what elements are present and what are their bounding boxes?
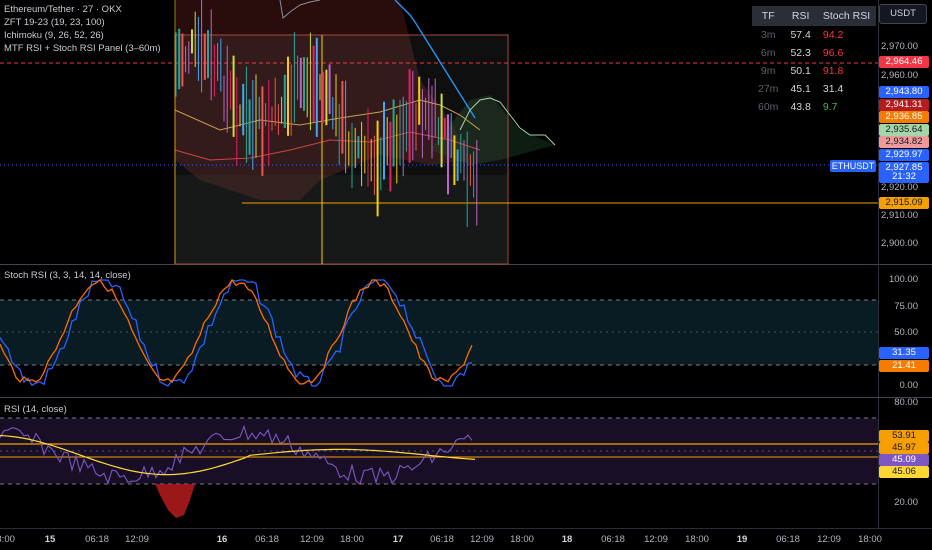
time-tick: 12:09 <box>817 534 841 545</box>
indicator-mtf[interactable]: MTF RSI + Stoch RSI Panel (3–60m) <box>4 42 161 55</box>
symbol-title[interactable]: Ethereum/Tether · 27 · OKX <box>4 3 161 16</box>
rsi-level-badge: 45.97 <box>879 442 929 454</box>
time-tick: 18:00 <box>858 534 882 545</box>
stoch-cell: 94.2 <box>822 29 844 41</box>
time-tick: 19 <box>736 534 748 545</box>
table-row: 27m 45.1 31.4 <box>752 80 876 98</box>
time-tick: 12:09 <box>470 534 494 545</box>
rsi-cell: 43.8 <box>790 101 811 113</box>
time-tick: 06:18 <box>601 534 625 545</box>
time-tick: 18:00 <box>510 534 534 545</box>
rsi-oversold-fill <box>155 484 195 518</box>
time-tick: 18:00 <box>340 534 364 545</box>
tf-cell: 6m <box>760 47 776 59</box>
price-badge: 2,936.85 <box>879 111 929 123</box>
rsi-cell: 50.1 <box>790 65 811 77</box>
stoch-cell: 31.4 <box>822 83 844 95</box>
time-tick: 17 <box>392 534 404 545</box>
rsi-cell: 52.3 <box>790 47 811 59</box>
price-badge: 2,934.82 <box>879 136 929 148</box>
table-header-tf: TF <box>752 6 785 26</box>
price-badge: 21:32 <box>879 171 929 183</box>
stoch-k-badge: 31.35 <box>879 347 929 359</box>
stoch-cell: 91.8 <box>822 65 844 77</box>
price-badge: 2,929.97 <box>879 149 929 161</box>
tf-cell: 3m <box>760 29 776 41</box>
price-tick: 2,970.00 <box>881 41 918 52</box>
tf-cell: 9m <box>760 65 776 77</box>
rsi-cell: 57.4 <box>790 29 811 41</box>
price-badge: 2,943.80 <box>879 86 929 98</box>
stoch-tick: 75.00 <box>894 301 918 312</box>
mtf-rsi-table: TF RSI Stoch RSI 3m 57.4 94.2 6m 52.3 96.… <box>752 6 877 116</box>
time-tick: 06:18 <box>430 534 454 545</box>
stoch-tick: 100.00 <box>888 274 918 285</box>
time-tick: 18:00 <box>0 534 15 545</box>
price-badge: 2,941.31 <box>879 99 929 111</box>
time-tick: 06:18 <box>776 534 800 545</box>
symbol-tag: ETHUSDT <box>830 160 876 172</box>
price-badge: 2,935.64 <box>879 124 929 136</box>
indicator-ichimoku[interactable]: Ichimoku (9, 26, 52, 26) <box>4 29 161 42</box>
currency-button[interactable]: USDT <box>879 4 927 24</box>
price-tick: 2,900.00 <box>881 238 918 249</box>
rsi-cell: 45.1 <box>790 83 811 95</box>
time-tick: 18:00 <box>685 534 709 545</box>
rsi-value-badge: 45.09 <box>879 454 929 466</box>
time-tick: 15 <box>44 534 56 545</box>
rsi-tick: 20.00 <box>894 497 918 508</box>
price-badge: 2,915.09 <box>879 197 929 209</box>
price-badge: 2,964.46 <box>879 56 929 68</box>
rsi-tick: 80.00 <box>894 397 918 408</box>
chart-legend: Ethereum/Tether · 27 · OKX ZFT 19-23 (19… <box>4 3 161 55</box>
rsi-pane-title[interactable]: RSI (14, close) <box>4 404 67 415</box>
time-tick: 16 <box>216 534 228 545</box>
time-tick: 06:18 <box>85 534 109 545</box>
table-row: 60m 43.8 9.7 <box>752 98 876 116</box>
time-tick: 12:09 <box>300 534 324 545</box>
range-box-lower <box>175 175 508 264</box>
rsi-level-badge: 53.91 <box>879 430 929 442</box>
time-tick: 12:09 <box>644 534 668 545</box>
stoch-pane-title[interactable]: Stoch RSI (3, 3, 14, 14, close) <box>4 270 131 281</box>
stoch-tick: 0.00 <box>899 380 919 391</box>
rsi-ma-badge: 45.06 <box>879 466 929 478</box>
table-header-stoch: Stoch RSI <box>816 6 877 26</box>
indicator-zft[interactable]: ZFT 19-23 (19, 23, 100) <box>4 16 161 29</box>
table-header-rsi: RSI <box>784 6 817 26</box>
stoch-tick: 50.00 <box>894 327 918 338</box>
stoch-d-badge: 21.41 <box>879 360 929 372</box>
table-row: 9m 50.1 91.8 <box>752 62 876 80</box>
table-row: 6m 52.3 96.6 <box>752 44 876 62</box>
tf-cell: 60m <box>758 101 779 113</box>
time-tick: 12:09 <box>125 534 149 545</box>
price-tick: 2,960.00 <box>881 70 918 81</box>
stoch-cell: 9.7 <box>822 101 838 113</box>
price-tick: 2,910.00 <box>881 210 918 221</box>
time-tick: 06:18 <box>255 534 279 545</box>
time-tick: 18 <box>561 534 573 545</box>
stoch-cell: 96.6 <box>822 47 844 59</box>
tf-cell: 27m <box>758 83 779 95</box>
price-tick: 2,920.00 <box>881 182 918 193</box>
table-row: 3m 57.4 94.2 <box>752 26 876 44</box>
